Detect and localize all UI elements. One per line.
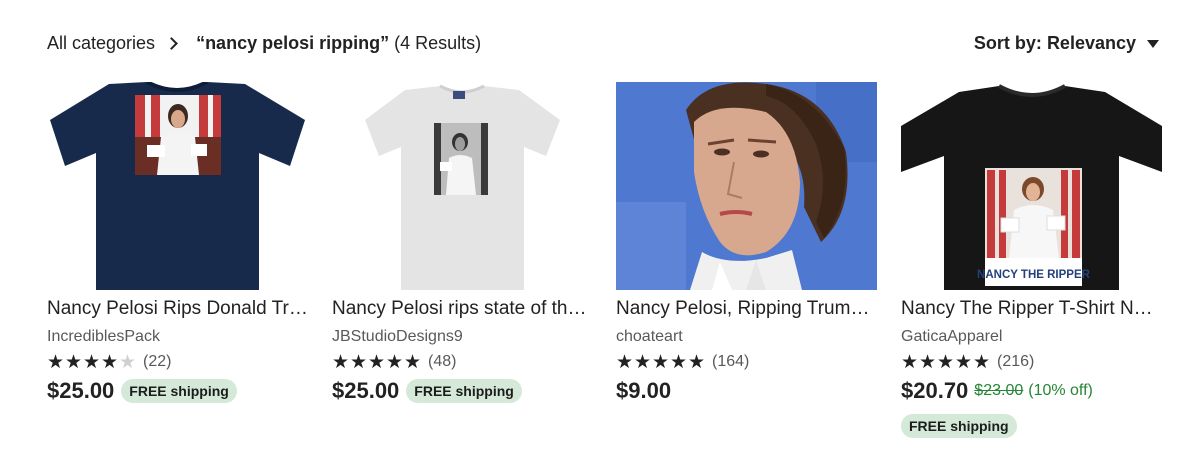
star-icon: ★ <box>616 351 634 373</box>
listing-card[interactable]: Nancy Pelosi Rips Donald Trump's State o… <box>47 82 308 442</box>
listing-title[interactable]: Nancy Pelosi rips state of the union spe… <box>332 298 593 320</box>
listing-card[interactable]: Nancy Pelosi, Ripping Trump's Speech pai… <box>616 82 877 442</box>
shop-name[interactable]: IncrediblesPack <box>47 328 160 346</box>
price: $25.00 <box>47 378 115 403</box>
listing-image[interactable] <box>47 82 308 290</box>
sort-dropdown[interactable]: Sort by: Relevancy <box>974 33 1159 54</box>
results-count: (4 Results) <box>394 33 482 53</box>
star-rating: ★ ★ ★ ★ ★ (22) <box>47 351 171 373</box>
shop-name[interactable]: GaticaApparel <box>901 328 1002 346</box>
star-icon: ★ <box>47 351 65 373</box>
star-icon: ★ <box>83 351 101 373</box>
star-rating: ★ ★ ★ ★ ★ (48) <box>332 351 456 373</box>
shirt-print-text: NANCY THE RIPPER <box>977 269 1091 281</box>
discount-percent: (10% off) <box>1028 382 1093 399</box>
star-icon: ★ <box>65 351 83 373</box>
star-icon: ★ <box>919 351 937 373</box>
review-count: (216) <box>997 353 1035 370</box>
star-rating: ★ ★ ★ ★ ★ (216) <box>901 351 1034 373</box>
star-icon: ★ <box>973 351 991 373</box>
star-icon: ★ <box>386 351 404 373</box>
price: $25.00 <box>332 378 400 403</box>
listing-title[interactable]: Nancy The Ripper T-Shirt Nancy Pelosi <box>901 298 1162 320</box>
free-shipping-badge: FREE shipping <box>121 379 237 403</box>
star-icon: ★ <box>404 351 422 373</box>
price-row: $9.00 <box>616 378 671 404</box>
sort-label: Sort by: <box>973 33 1042 53</box>
shop-name[interactable]: JBStudioDesigns9 <box>332 328 463 346</box>
shop-name[interactable]: choateart <box>616 328 683 346</box>
breadcrumb: All categories “nancy pelosi ripping” (4… <box>47 33 481 54</box>
listing-image[interactable]: NANCY THE RIPPER <box>901 82 1162 290</box>
price: $20.70 <box>901 378 969 403</box>
navy-tshirt-image <box>47 82 308 290</box>
listing-title[interactable]: Nancy Pelosi, Ripping Trump's Speech pai… <box>616 298 877 320</box>
white-tshirt-image <box>332 82 593 290</box>
listing-image[interactable] <box>616 82 877 290</box>
star-icon: ★ <box>332 351 350 373</box>
sort-value: Relevancy <box>1046 33 1136 53</box>
search-query: “nancy pelosi ripping” <box>196 33 390 53</box>
star-icon: ★ <box>670 351 688 373</box>
star-icon: ★ <box>634 351 652 373</box>
star-icon: ★ <box>350 351 368 373</box>
review-count: (164) <box>712 353 750 370</box>
original-price: $23.00 <box>974 382 1024 399</box>
free-shipping-badge: FREE shipping <box>406 379 522 403</box>
review-count: (48) <box>428 353 457 370</box>
listing-title[interactable]: Nancy Pelosi Rips Donald Trump's State o… <box>47 298 308 320</box>
price-row: $25.00 FREE shipping <box>332 378 522 404</box>
portrait-painting-image <box>616 82 877 290</box>
chevron-right-icon <box>165 37 178 50</box>
caret-down-icon <box>1147 39 1159 48</box>
listing-grid: Nancy Pelosi Rips Donald Trump's State o… <box>47 82 1163 442</box>
star-rating: ★ ★ ★ ★ ★ (164) <box>616 351 749 373</box>
star-icon: ★ <box>955 351 973 373</box>
listing-image[interactable] <box>332 82 593 290</box>
star-icon: ★ <box>368 351 386 373</box>
star-icon: ★ <box>937 351 955 373</box>
star-icon: ★ <box>688 351 706 373</box>
star-empty-icon: ★ <box>119 351 137 373</box>
listing-card[interactable]: Nancy Pelosi rips state of the union spe… <box>332 82 593 442</box>
review-count: (22) <box>143 353 172 370</box>
star-icon: ★ <box>901 351 919 373</box>
price: $9.00 <box>616 378 672 403</box>
listing-card[interactable]: NANCY THE RIPPER Nancy The Ripper T-Shir… <box>901 82 1162 442</box>
black-tshirt-image: NANCY THE RIPPER <box>901 82 1162 290</box>
star-icon: ★ <box>652 351 670 373</box>
results-header: All categories “nancy pelosi ripping” (4… <box>47 30 1159 60</box>
star-icon: ★ <box>101 351 119 373</box>
price-row: $25.00 FREE shipping <box>47 378 237 404</box>
price-row: $20.70 $23.00 (10% off) <box>901 378 1093 404</box>
breadcrumb-all-categories-link[interactable]: All categories <box>47 33 155 54</box>
free-shipping-badge: FREE shipping <box>901 414 1017 438</box>
